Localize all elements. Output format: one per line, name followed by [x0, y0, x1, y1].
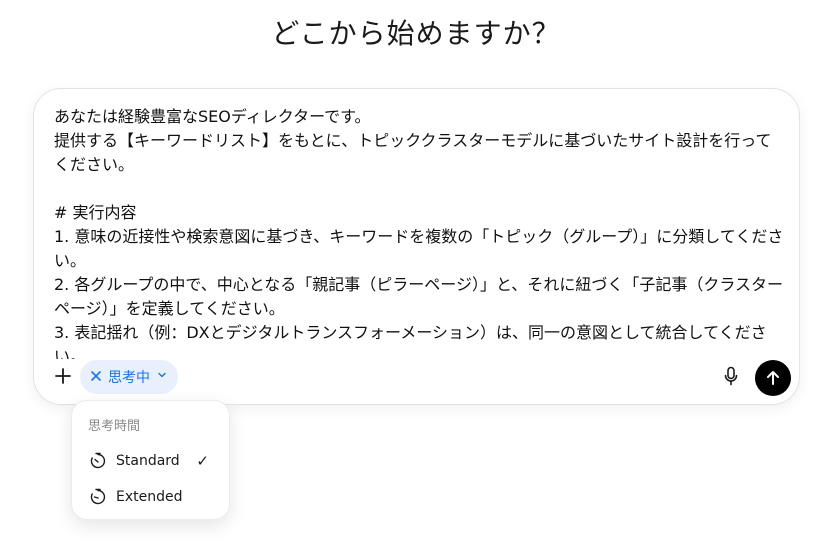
- microphone-button[interactable]: [720, 365, 742, 387]
- plus-icon: [55, 368, 71, 384]
- prompt-input[interactable]: あなたは経験豊富なSEOディレクターです。 提供する【キーワードリスト】をもとに…: [54, 105, 784, 359]
- composer: あなたは経験豊富なSEOディレクターです。 提供する【キーワードリスト】をもとに…: [33, 88, 800, 405]
- thinking-time-menu: 思考時間 Standard ✓ Extended: [71, 400, 230, 520]
- thinking-mode-label: 思考中: [108, 370, 150, 386]
- timer-extended-icon: [88, 487, 108, 507]
- menu-item-label: Extended: [116, 489, 183, 505]
- chevron-down-icon: [156, 369, 168, 385]
- page-title: どこから始めますか？: [271, 17, 561, 50]
- page: どこから始めますか？ あなたは経験豊富なSEOディレクターです。 提供する【キー…: [0, 0, 832, 546]
- send-button[interactable]: [755, 360, 791, 396]
- arrow-up-icon: [767, 371, 779, 385]
- menu-item-extended[interactable]: Extended: [80, 482, 223, 512]
- check-icon: ✓: [196, 452, 209, 470]
- menu-item-label: Standard: [116, 453, 180, 469]
- menu-header: 思考時間: [88, 419, 141, 434]
- microphone-icon: [724, 366, 738, 386]
- menu-item-standard[interactable]: Standard ✓: [80, 446, 223, 476]
- thinking-mode-chip[interactable]: 思考中: [80, 360, 178, 394]
- close-icon[interactable]: [90, 370, 102, 385]
- add-button[interactable]: [50, 363, 76, 389]
- timer-icon: [88, 451, 108, 471]
